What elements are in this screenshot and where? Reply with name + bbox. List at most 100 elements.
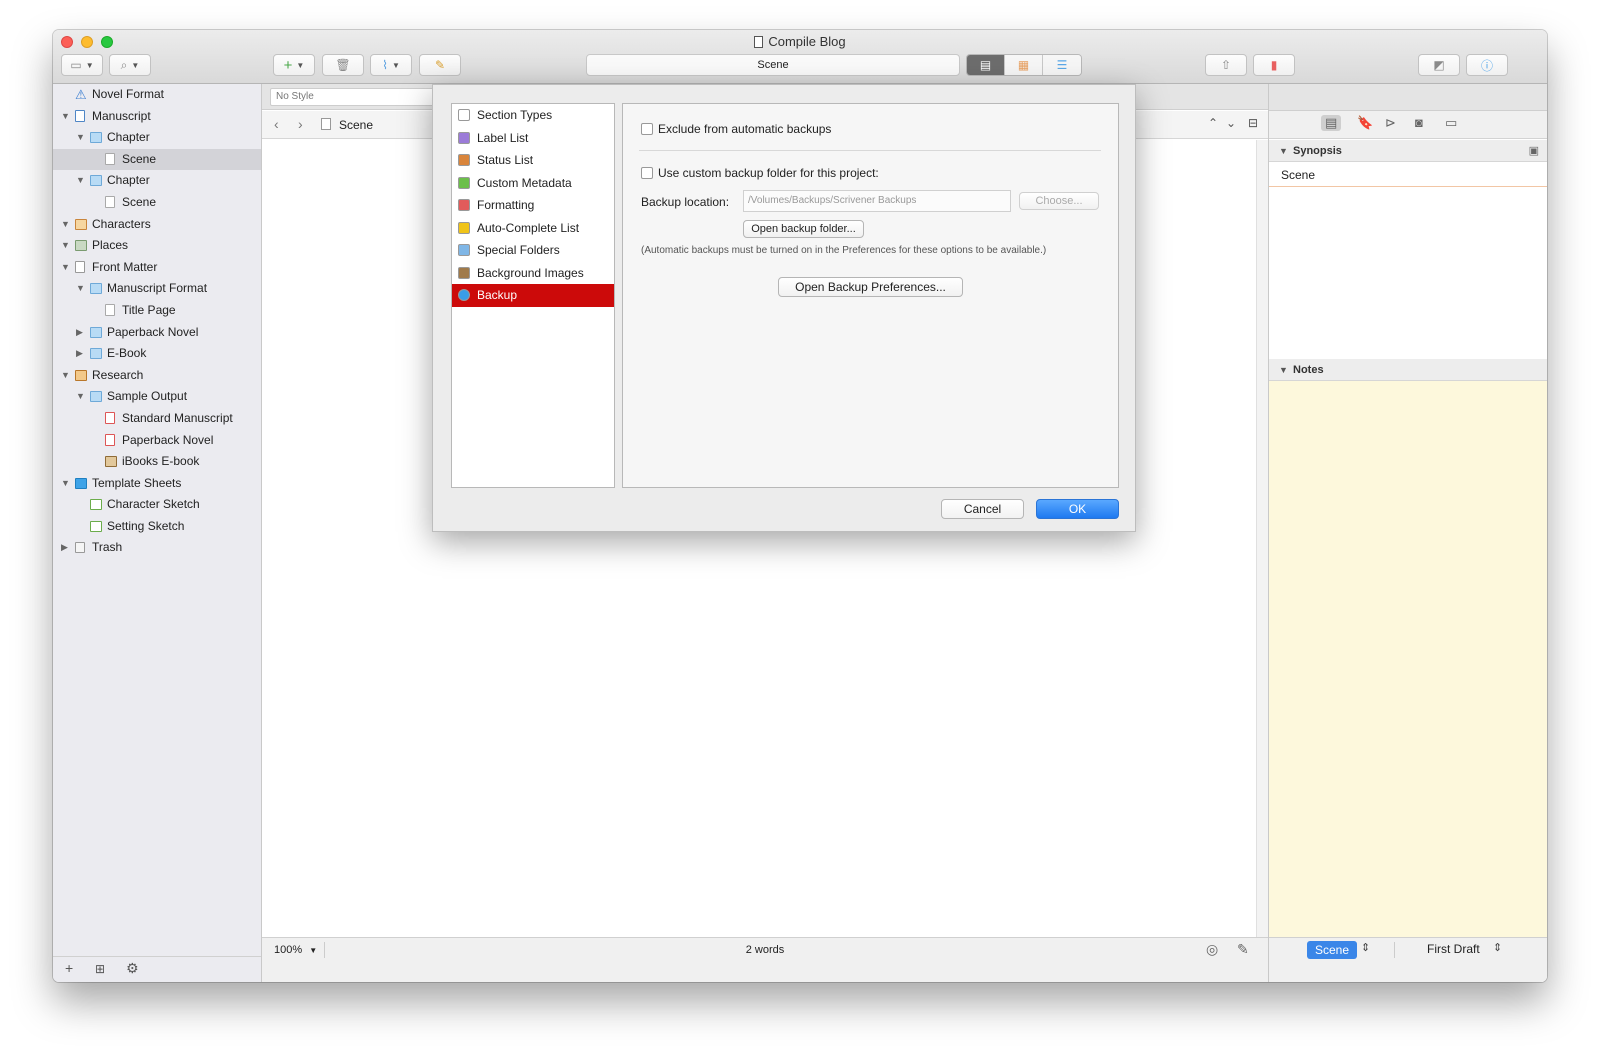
settings-category-item[interactable]: Background Images (452, 262, 614, 285)
cancel-button[interactable]: Cancel (941, 499, 1024, 519)
binder-item[interactable]: iBooks E-book (53, 451, 261, 473)
notes-tab-icon[interactable]: ▤ (1321, 115, 1342, 131)
ok-button[interactable]: OK (1036, 499, 1119, 519)
disclosure-expanded-icon[interactable]: ▼ (61, 473, 70, 495)
binder-item[interactable]: ▼ Template Sheets (53, 473, 261, 495)
binder-item[interactable]: Scene (53, 148, 261, 171)
binder-item[interactable]: Title Page (53, 300, 261, 322)
settings-category-item[interactable]: Section Types (452, 104, 614, 127)
binder-item[interactable]: ▼ Manuscript (53, 106, 261, 128)
disclosure-expanded-icon[interactable]: ▼ (61, 214, 70, 236)
disclosure-expanded-icon[interactable]: ▼ (76, 127, 85, 149)
synopsis-title[interactable]: Scene (1269, 163, 1547, 187)
composition-mode-button[interactable]: ◩ (1418, 54, 1460, 76)
binder-item-label: Setting Sketch (107, 518, 185, 533)
metadata-tab-icon[interactable]: ⊳ (1385, 115, 1396, 131)
open-backup-preferences-button[interactable]: Open Backup Preferences... (778, 277, 963, 297)
binder-item[interactable]: ▼ Research (53, 365, 261, 387)
snapshots-tab-icon[interactable]: ◙ (1415, 115, 1423, 130)
inspector-toggle-button[interactable]: ⓘ (1466, 54, 1508, 76)
outline-mode-button[interactable]: ☰ (1043, 55, 1081, 75)
binder-item[interactable]: ▼ Front Matter (53, 257, 261, 279)
binder-sidebar: ⚠ Novel Format ▼ Manuscript ▼ Chapter Scene ▼ Ch… (53, 84, 262, 982)
binder-item[interactable]: ▶ Paperback Novel (53, 322, 261, 344)
category-icon (458, 289, 470, 301)
binder-item[interactable]: Character Sketch (53, 494, 261, 516)
binder-item[interactable]: ▼ Sample Output (53, 386, 261, 408)
binder-list: ⚠ Novel Format ▼ Manuscript ▼ Chapter Scene ▼ Ch… (53, 84, 261, 559)
label-dropdown[interactable]: Scene (1307, 941, 1358, 959)
settings-category-item[interactable]: Label List (452, 127, 614, 150)
previous-document-icon[interactable]: ⌃ (1208, 116, 1218, 130)
style-dropdown[interactable]: No Style (270, 88, 440, 106)
settings-category-item[interactable]: Backup (452, 284, 614, 307)
open-backup-folder-button[interactable]: Open backup folder... (743, 220, 864, 238)
manuscript-icon (75, 109, 85, 122)
delete-button[interactable]: 🗑 (322, 54, 364, 76)
share-button[interactable]: ⇧ (1205, 54, 1247, 76)
add-item-icon[interactable]: + (65, 960, 73, 976)
search-button[interactable]: ⌕ ▼ (109, 54, 151, 76)
disclosure-expanded-icon[interactable]: ▼ (61, 106, 70, 128)
status-dropdown[interactable]: First Draft (1427, 942, 1480, 956)
synopsis-header[interactable]: ▼ Synopsis ▣ (1269, 140, 1547, 162)
binder-item[interactable]: Paperback Novel (53, 430, 261, 452)
image-icon[interactable]: ▣ (1529, 140, 1539, 162)
document-title-field[interactable]: Scene (586, 54, 960, 76)
binder-item[interactable]: Standard Manuscript (53, 408, 261, 430)
settings-category-item[interactable]: Status List (452, 149, 614, 172)
forward-arrow-icon[interactable]: › (298, 116, 303, 132)
gear-icon[interactable]: ⚙ (126, 960, 139, 977)
settings-category-item[interactable]: Auto-Complete List (452, 217, 614, 240)
binder-item[interactable]: ▼ Chapter (53, 127, 261, 149)
disclosure-collapsed-icon[interactable]: ▶ (61, 537, 68, 559)
binder-item[interactable]: ▼ Characters (53, 214, 261, 236)
view-mode-button[interactable]: ▭ ▼ (61, 54, 103, 76)
trash-icon (75, 542, 85, 554)
custom-backup-folder-checkbox[interactable] (641, 167, 653, 179)
backup-location-field[interactable]: /Volumes/Backups/Scrivener Backups (743, 190, 1011, 212)
add-folder-icon[interactable]: ⊞ (95, 962, 105, 976)
disclosure-expanded-icon[interactable]: ▼ (76, 170, 85, 192)
settings-category-item[interactable]: Special Folders (452, 239, 614, 262)
disclosure-collapsed-icon[interactable]: ▶ (76, 322, 83, 344)
exclude-backups-checkbox[interactable] (641, 123, 653, 135)
disclosure-expanded-icon[interactable]: ▼ (76, 386, 85, 408)
binder-item[interactable]: Scene (53, 192, 261, 214)
note-icon[interactable]: ✎ (1237, 941, 1249, 958)
disclosure-expanded-icon[interactable]: ▼ (76, 278, 85, 300)
settings-category-item[interactable]: Formatting (452, 194, 614, 217)
target-icon[interactable]: ◎ (1206, 941, 1218, 958)
corkboard-mode-button[interactable]: ▦ (1005, 55, 1043, 75)
binder-item[interactable]: ▼ Places (53, 235, 261, 257)
notes-header[interactable]: ▼ Notes (1269, 359, 1547, 381)
binder-item[interactable]: Setting Sketch (53, 516, 261, 538)
comments-tab-icon[interactable]: ▭ (1445, 115, 1457, 131)
split-editor-icon[interactable]: ⊟ (1248, 116, 1258, 130)
disclosure-expanded-icon[interactable]: ▼ (61, 235, 70, 257)
editor-scrollbar[interactable] (1256, 140, 1268, 937)
next-document-icon[interactable]: ⌄ (1226, 116, 1236, 130)
add-button[interactable]: + ▼ (273, 54, 315, 76)
disclosure-triangle-icon: ▼ (1279, 146, 1288, 156)
notes-text-area[interactable] (1269, 381, 1547, 937)
binder-item[interactable]: ▼ Manuscript Format (53, 278, 261, 300)
binder-item[interactable]: ⚠ Novel Format (53, 84, 261, 106)
back-arrow-icon[interactable]: ‹ (274, 116, 279, 132)
binder-item[interactable]: ▶ Trash (53, 537, 261, 559)
disclosure-expanded-icon[interactable]: ▼ (61, 365, 70, 387)
bookmark-button[interactable]: ▮ (1253, 54, 1295, 76)
bookmarks-tab-icon[interactable]: 🔖 (1357, 115, 1373, 131)
document-mode-button[interactable]: ▤ (967, 55, 1005, 75)
disclosure-collapsed-icon[interactable]: ▶ (76, 343, 83, 365)
editor-header-title[interactable]: Scene (339, 118, 373, 132)
disclosure-expanded-icon[interactable]: ▼ (61, 257, 70, 279)
quick-reference-button[interactable]: ✎ (419, 54, 461, 76)
inspector-footer: Scene ⇕ First Draft ⇕ (1269, 937, 1547, 982)
settings-category-item[interactable]: Custom Metadata (452, 172, 614, 195)
choose-button[interactable]: Choose... (1019, 192, 1099, 210)
sidebar-icon: ▭ (70, 58, 82, 72)
attach-button[interactable]: ⌇ ▼ (370, 54, 412, 76)
binder-item[interactable]: ▶ E-Book (53, 343, 261, 365)
binder-item[interactable]: ▼ Chapter (53, 170, 261, 192)
